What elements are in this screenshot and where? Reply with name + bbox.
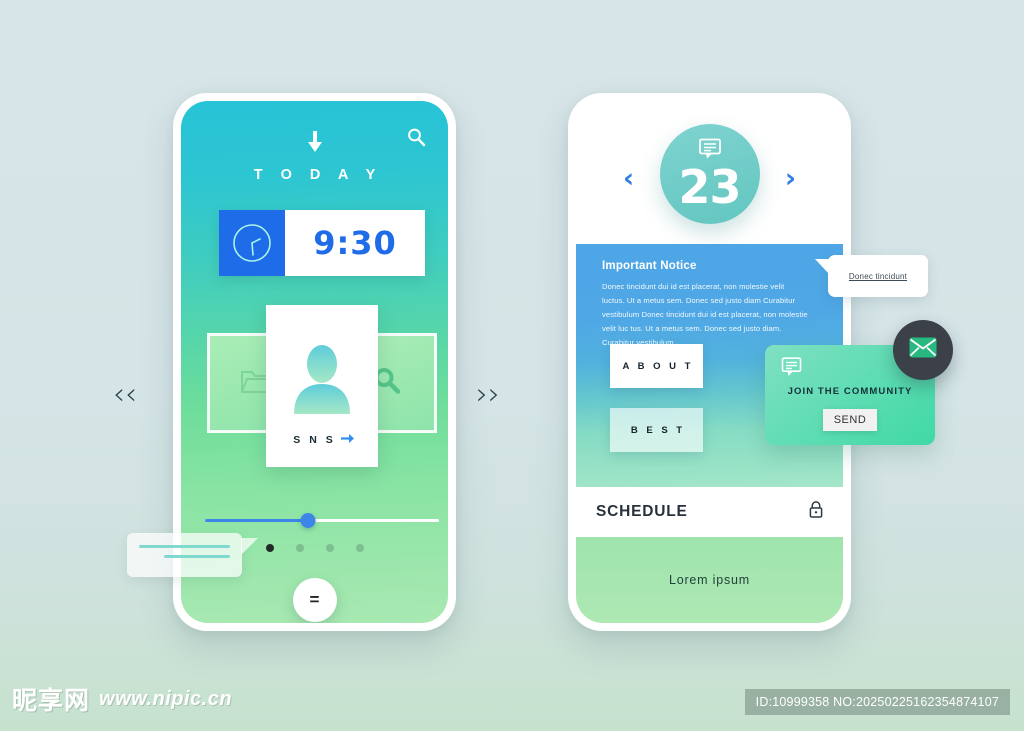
schedule-footer: Lorem ipsum <box>576 537 843 623</box>
sns-label: S N S <box>293 434 336 446</box>
send-button[interactable]: SEND <box>823 409 877 431</box>
clock-widget[interactable]: 9:30 <box>219 210 425 276</box>
clock-icon <box>219 210 285 276</box>
watermark-id: ID:10999358 NO:20250225162354874107 <box>744 689 1010 715</box>
lock-icon[interactable] <box>809 501 823 523</box>
mail-icon <box>909 337 937 363</box>
notice-body: Donec tincidunt dui id est placerat, non… <box>602 282 808 348</box>
schedule-bar[interactable]: SCHEDULE <box>576 487 843 537</box>
chat-bubble-icon <box>781 357 803 382</box>
tooltip-overlay: Donec tincidunt <box>815 255 928 297</box>
arrow-down-icon[interactable] <box>307 131 323 153</box>
watermark-url: www.nipic.cn <box>99 687 233 710</box>
bubble-line <box>139 545 230 548</box>
about-button[interactable]: A B O U T <box>610 344 703 388</box>
date-number: 23 <box>678 160 741 215</box>
community-title: JOIN THE COMMUNITY <box>787 386 913 397</box>
pagination-dot[interactable] <box>295 544 304 552</box>
arrow-right-icon <box>340 431 354 449</box>
tooltip-text: Donec tincidunt <box>848 271 908 281</box>
sns-link[interactable]: S N S <box>290 431 354 449</box>
clock-time-value: 9:30 <box>285 210 425 276</box>
pager-next-label: ›› <box>476 377 500 412</box>
carousel-card-sns[interactable]: S N S <box>266 305 378 467</box>
date-circle[interactable]: 23 <box>659 124 760 224</box>
page-title: T O D A Y <box>253 167 383 183</box>
schedule-footer-text: Lorem ipsum <box>668 573 751 587</box>
slider-fill <box>205 519 308 522</box>
mail-fab-button[interactable] <box>893 320 953 380</box>
schedule-title: SCHEDULE <box>596 503 688 520</box>
date-next-button[interactable]: › <box>785 165 796 192</box>
search-icon[interactable] <box>406 127 426 147</box>
date-header: ‹ 23 › <box>576 101 843 244</box>
bubble-line <box>164 555 230 558</box>
pagination-dot[interactable] <box>265 544 274 552</box>
chat-bubble-overlay <box>127 533 258 577</box>
pager-prev-label: ‹‹ <box>113 377 137 412</box>
carousel: S N S <box>207 305 437 467</box>
watermark-left: 昵享网 www.nipic.cn <box>12 681 232 717</box>
user-avatar-icon <box>289 344 355 419</box>
best-button[interactable]: B E S T <box>610 408 703 452</box>
watermark-logo: 昵享网 <box>12 686 91 715</box>
date-prev-button[interactable]: ‹ <box>623 165 634 192</box>
pagination-dot[interactable] <box>355 544 364 552</box>
pagination-dot[interactable] <box>325 544 334 552</box>
progress-slider[interactable] <box>205 513 439 529</box>
menu-button[interactable]: = <box>292 578 337 622</box>
slider-thumb[interactable] <box>300 513 316 528</box>
pager-prev-button[interactable]: ‹‹ <box>113 380 137 410</box>
notice-title: Important Notice <box>602 260 697 272</box>
pager-next-button[interactable]: ›› <box>476 380 500 410</box>
